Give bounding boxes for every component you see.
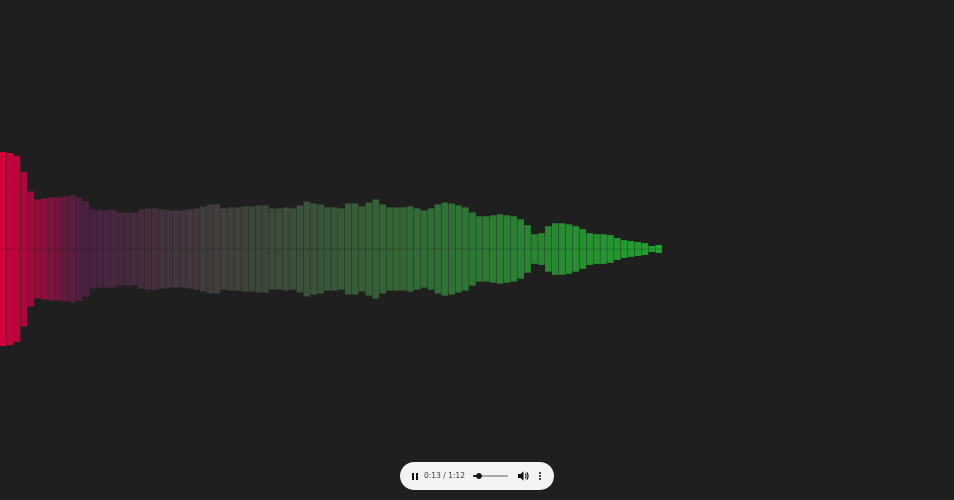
seek-thumb[interactable] <box>476 473 483 479</box>
audio-player[interactable]: 0:13 / 1:12 <box>400 462 554 490</box>
time-display: 0:13 / 1:12 <box>424 471 465 480</box>
pause-button[interactable] <box>407 468 423 484</box>
more-vertical-icon <box>539 471 541 474</box>
pause-icon <box>412 472 414 480</box>
audio-visualizer <box>0 152 662 346</box>
more-options-button[interactable] <box>536 469 544 483</box>
volume-icon[interactable] <box>517 470 530 482</box>
seek-slider[interactable] <box>473 473 508 479</box>
